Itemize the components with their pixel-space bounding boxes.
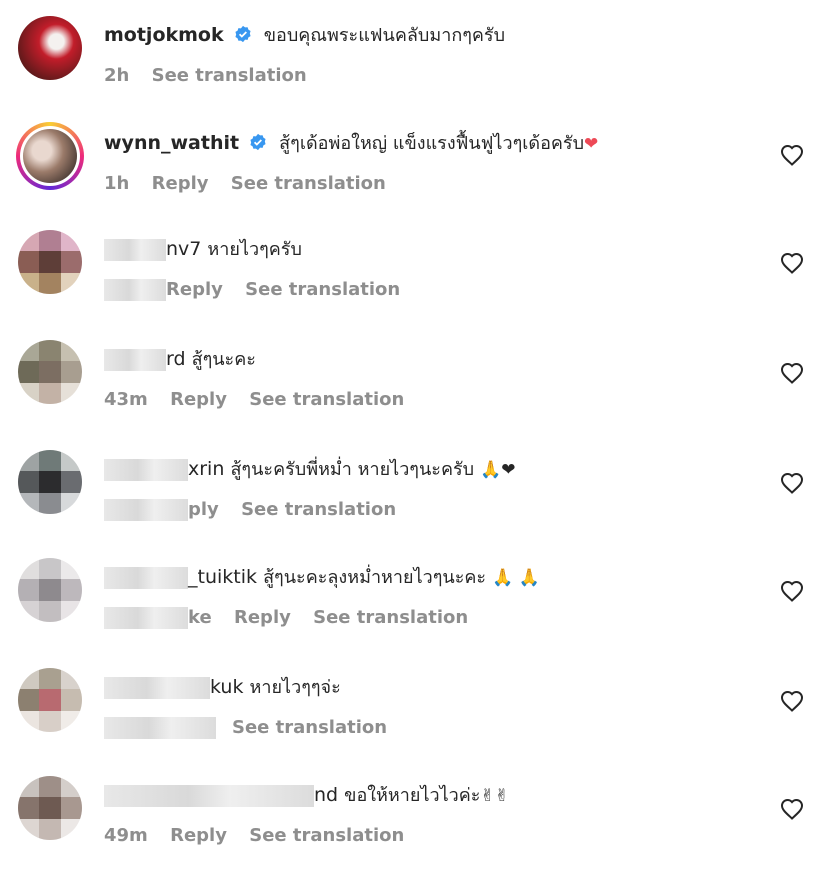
comment-item: _tuiktik สู้ๆนะคะลุงหม่ำหายไวๆนะคะ 🙏 🙏 k… xyxy=(0,558,820,658)
comment-item: wynn_wathit สู้ๆเด้อพ่อใหญ่ แข็งแรงฟื้นฟ… xyxy=(0,122,820,222)
comment-text: สู้ๆนะครับพี่หม่ำ หายไวๆนะครับ xyxy=(230,459,475,480)
avatar[interactable] xyxy=(18,16,82,80)
see-translation-link[interactable]: See translation xyxy=(313,607,468,628)
comment-time: 2h xyxy=(104,65,130,86)
username[interactable]: xrin xyxy=(188,458,224,480)
emoji: ❤ xyxy=(584,134,599,154)
like-heart-icon[interactable] xyxy=(780,580,804,602)
like-heart-icon[interactable] xyxy=(780,690,804,712)
reply-button[interactable]: ply xyxy=(188,499,219,520)
verified-badge-icon xyxy=(235,25,251,43)
comment-text: หายไวๆๆจ่ะ xyxy=(249,677,341,698)
like-heart-icon[interactable] xyxy=(780,252,804,274)
reply-button[interactable]: Reply xyxy=(152,173,209,194)
comment-text: หายไวๆครับ xyxy=(207,239,302,260)
avatar[interactable] xyxy=(18,668,82,732)
verified-badge-icon xyxy=(250,133,266,151)
emoji: ✌✌ xyxy=(480,786,509,806)
comment-text: ขอบคุณพระแฟนคลับมากๆครับ xyxy=(263,25,506,46)
username[interactable]: _tuiktik xyxy=(188,566,257,588)
comment-item: nd ขอให้หายไวไวค่ะ✌✌ 49m Reply See trans… xyxy=(0,776,820,876)
like-heart-icon[interactable] xyxy=(780,144,804,166)
comment-text: สู้ๆเด้อพ่อใหญ่ แข็งแรงฟื้นฟูไวๆเด้อครับ xyxy=(279,133,585,154)
comment-item: nv7 หายไวๆครับ Reply See translation xyxy=(0,230,820,330)
comment-time: 43m xyxy=(104,389,148,410)
username[interactable]: wynn_wathit xyxy=(104,132,239,154)
like-heart-icon[interactable] xyxy=(780,798,804,820)
comment-text: สู้ๆนะคะลุงหม่ำหายไวๆนะคะ xyxy=(263,567,487,588)
username[interactable]: kuk xyxy=(210,676,243,698)
comment-item: rd สู้ๆนะคะ 43m Reply See translation xyxy=(0,340,820,440)
avatar[interactable] xyxy=(18,558,82,622)
comment-text: สู้ๆนะคะ xyxy=(191,349,256,370)
like-heart-icon[interactable] xyxy=(780,472,804,494)
username[interactable]: nv7 xyxy=(166,238,201,260)
see-translation-link[interactable]: See translation xyxy=(249,389,404,410)
username[interactable]: motjokmok xyxy=(104,24,224,46)
see-translation-link[interactable]: See translation xyxy=(152,65,307,86)
comment-item: kuk หายไวๆๆจ่ะ See translation xyxy=(0,668,820,768)
see-translation-link[interactable]: See translation xyxy=(249,825,404,846)
username[interactable]: rd xyxy=(166,348,186,370)
avatar[interactable] xyxy=(16,122,84,190)
reply-button[interactable]: Reply xyxy=(170,389,227,410)
see-translation-link[interactable]: See translation xyxy=(231,173,386,194)
emoji: 🙏 🙏 xyxy=(492,568,540,588)
avatar[interactable] xyxy=(18,450,82,514)
avatar[interactable] xyxy=(18,230,82,294)
reply-button[interactable]: Reply xyxy=(234,607,291,628)
comment-time: 49m xyxy=(104,825,148,846)
reply-button[interactable]: Reply xyxy=(170,825,227,846)
comment-time: 1h xyxy=(104,173,130,194)
avatar[interactable] xyxy=(18,340,82,404)
like-heart-icon[interactable] xyxy=(780,362,804,384)
comment-item: motjokmok ขอบคุณพระแฟนคลับมากๆครับ 2h Se… xyxy=(0,16,820,116)
reply-button[interactable]: Reply xyxy=(166,279,223,300)
see-translation-link[interactable]: See translation xyxy=(241,499,396,520)
like-count[interactable]: ke xyxy=(188,607,212,628)
emoji: 🙏❤ xyxy=(480,460,516,480)
comment-text: ขอให้หายไวไวค่ะ xyxy=(344,785,481,806)
comment-item: xrin สู้ๆนะครับพี่หม่ำ หายไวๆนะครับ 🙏❤ p… xyxy=(0,450,820,550)
see-translation-link[interactable]: See translation xyxy=(245,279,400,300)
see-translation-link[interactable]: See translation xyxy=(232,717,387,738)
avatar[interactable] xyxy=(18,776,82,840)
username[interactable]: nd xyxy=(314,784,338,806)
